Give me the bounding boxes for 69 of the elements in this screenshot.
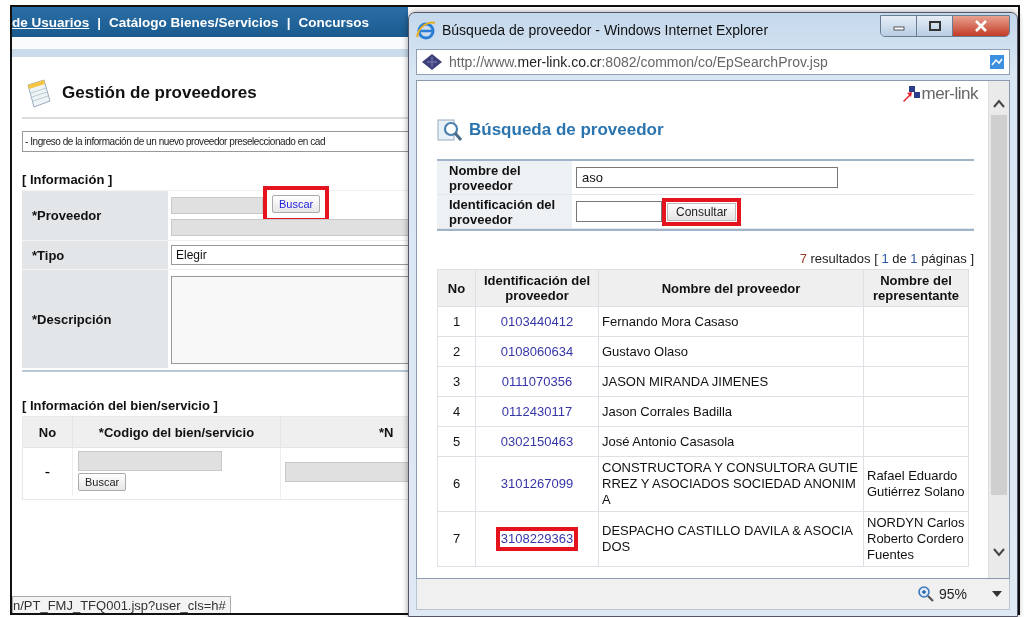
- column-header: Identificación del proveedor: [475, 269, 599, 307]
- close-icon: [975, 20, 987, 32]
- page-title: Gestión de proveedores: [62, 83, 257, 103]
- table-cell: José Antonio Casasola: [598, 426, 864, 457]
- table-cell: 2: [437, 336, 476, 367]
- nav-link[interactable]: de Usuarios: [12, 14, 90, 30]
- table-cell: CONSTRUCTORA Y CONSULTORA GUTIERREZ Y ASOCIADOS SOCIEDAD ANONIMA: [598, 456, 864, 512]
- input-field[interactable]: [78, 451, 222, 471]
- maximize-button[interactable]: [917, 16, 953, 36]
- logo-icon: [901, 86, 920, 102]
- input-field[interactable]: [576, 201, 662, 222]
- table-cell: 1: [437, 306, 476, 337]
- input-field[interactable]: aso: [576, 167, 838, 188]
- address-url: http://www.mer-link.co.cr:8082/common/co/EpSearchProv.jsp: [449, 54, 829, 70]
- field-label: Nombre del proveedor: [437, 161, 572, 195]
- search-button[interactable]: Buscar: [272, 194, 321, 213]
- column-header: No: [38, 424, 57, 440]
- table-cell: DESPACHO CASTILLO DAVILA & ASOCIADOS: [598, 511, 864, 567]
- nav-link[interactable]: Catálogo Bienes/Servicios: [109, 14, 279, 30]
- window-title: Búsqueda de proveedor - Windows Internet Explorer: [442, 21, 770, 38]
- field-label: *Tipo: [32, 247, 65, 263]
- maximize-icon: [928, 21, 941, 31]
- field-label: Identificación del proveedor: [437, 195, 572, 229]
- table-cell: 5: [437, 426, 476, 457]
- field-label: *Descripción: [32, 311, 112, 327]
- column-header: Nombre del proveedor: [598, 269, 864, 307]
- provider-id-link[interactable]: 3101267099: [500, 476, 574, 491]
- scrollbar[interactable]: [988, 81, 1009, 578]
- column-header: *Codigo del bien/servicio: [98, 424, 255, 440]
- table-cell: JASON MIRANDA JIMENES: [598, 366, 864, 397]
- nav-separator: |: [97, 14, 102, 30]
- table-cell: NORDYN Carlos Roberto Cordero Fuentes: [863, 511, 969, 567]
- provider-id-link[interactable]: 3108229363: [500, 531, 574, 546]
- section-heading: [ Información ]: [22, 172, 113, 187]
- search-button[interactable]: Buscar: [78, 473, 127, 491]
- status-url-tooltip: n/PT_FMJ_TFQ001.jsp?user_cls=h#: [12, 596, 231, 613]
- column-header: Nombre del representante: [863, 269, 969, 307]
- table-cell: Jason Corrales Badilla: [598, 396, 864, 427]
- column-header: *N: [379, 424, 394, 440]
- table-cell: Rafael Eduardo Gutiérrez Solano: [863, 456, 969, 512]
- zoom-icon: [916, 585, 935, 603]
- compatibility-icon[interactable]: [989, 54, 1005, 70]
- page-heading: Búsqueda de proveedor: [469, 120, 664, 140]
- type-dropdown[interactable]: Elegir: [171, 245, 408, 265]
- table-cell: Fernando Mora Casaso: [598, 306, 864, 337]
- minimize-button[interactable]: [881, 16, 917, 36]
- notice-text: - Ingreso de la información de un nuevo proveedor preseleccionado en cad: [24, 136, 326, 147]
- dropdown-caret-icon[interactable]: [991, 590, 1003, 598]
- nav-link[interactable]: Concursos: [298, 14, 369, 30]
- table-cell: 6: [437, 456, 476, 512]
- query-button[interactable]: Consultar: [667, 202, 737, 221]
- table-cell: 4: [437, 396, 476, 427]
- logo-text: mer-link: [921, 84, 978, 104]
- address-bar[interactable]: http://www.mer-link.co.cr:8082/common/co/EpSearchProv.jsp: [416, 49, 1010, 75]
- section-heading: [ Información del bien/servicio ]: [22, 398, 218, 413]
- table-cell: 7: [437, 511, 476, 567]
- table-cell: Gustavo Olaso: [598, 336, 864, 367]
- close-button[interactable]: [953, 16, 1009, 36]
- nav-separator: |: [286, 14, 291, 30]
- results-summary: 7 resultados [ 1 de 1 páginas ]: [798, 251, 974, 266]
- browser-logo-icon: [416, 19, 436, 40]
- column-header: No: [437, 269, 476, 307]
- search-icon: [437, 117, 463, 143]
- input-field[interactable]: [171, 197, 263, 214]
- zoom-level[interactable]: 95%: [938, 586, 967, 602]
- table-cell: 3: [437, 366, 476, 397]
- field-label: *Proveedor: [32, 208, 102, 223]
- site-icon: [421, 53, 443, 71]
- table-cell: -: [44, 463, 51, 481]
